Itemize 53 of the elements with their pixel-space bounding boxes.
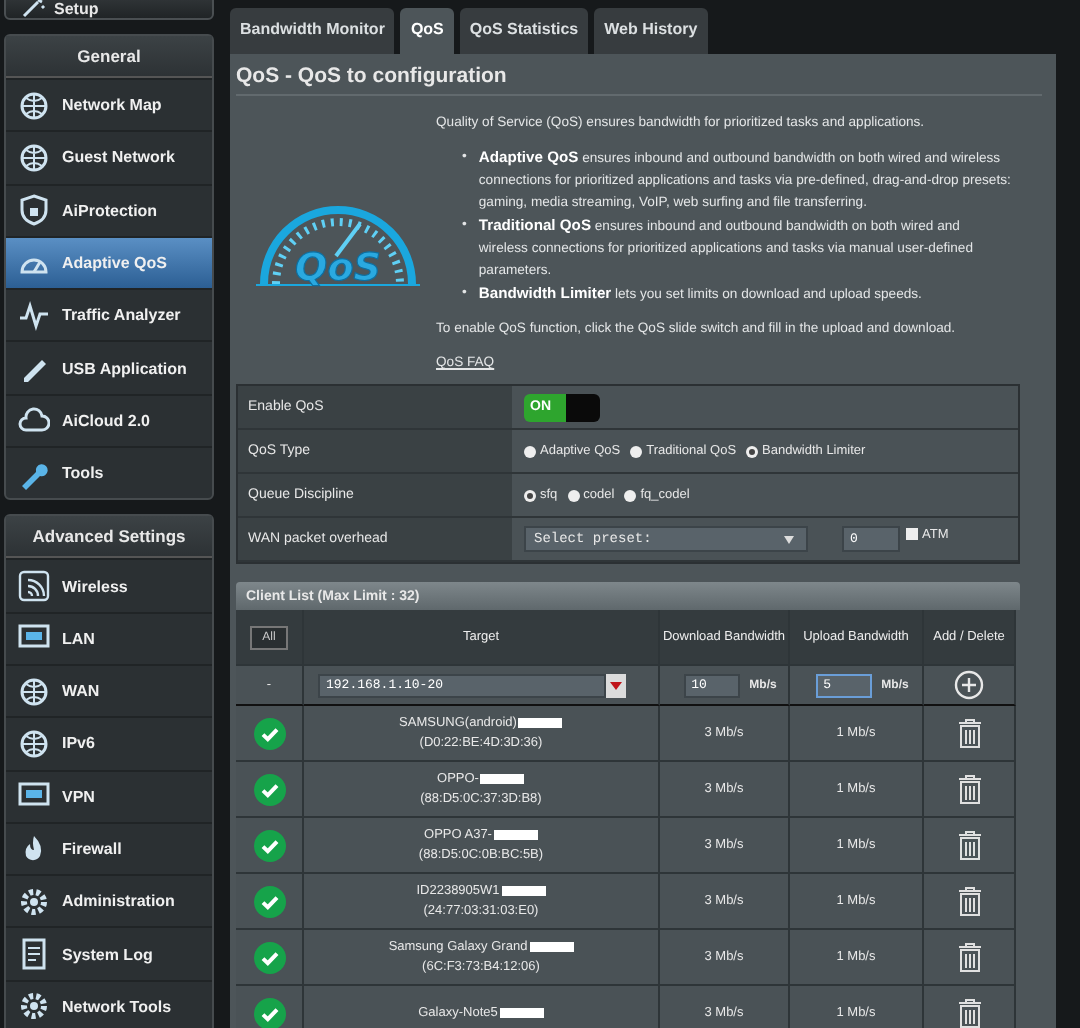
menu-item[interactable]: Network Map [6,78,212,131]
wand-icon [22,0,46,18]
pulse-icon [18,299,50,332]
gear-icon [18,990,50,1023]
globe-icon [18,675,50,708]
menu-item[interactable]: Adaptive QoS [6,235,212,289]
trash-icon[interactable] [957,886,981,916]
setup-button[interactable]: Setup [4,0,214,20]
caret-icon [610,681,622,689]
trash-icon[interactable] [957,774,981,804]
menu-item[interactable]: Traffic Analyzer [6,288,212,341]
check-icon[interactable] [253,773,285,805]
menu-item[interactable]: IPv6 [6,716,212,770]
wifi-icon [18,570,50,603]
menu-item[interactable]: LAN [6,611,212,664]
logo-text: QoS [295,246,381,288]
check-icon[interactable] [253,997,285,1028]
menu-item[interactable]: Network Tools [6,979,212,1028]
menu-item[interactable]: System Log [6,926,212,980]
trash-icon[interactable] [957,830,981,860]
menu-item[interactable]: Tools [6,446,212,499]
trash-icon[interactable] [957,998,981,1028]
check-icon[interactable] [253,941,285,973]
menu-item[interactable]: Guest Network [6,130,212,184]
globe-icon [18,141,50,174]
menu-section-title: General [6,36,212,78]
cloud-icon [18,404,50,437]
add-icon[interactable] [954,670,984,700]
check-icon[interactable] [253,717,285,749]
check-icon[interactable] [253,885,285,917]
menu-item[interactable]: WAN [6,663,212,717]
menu-item[interactable]: AiCloud 2.0 [6,393,212,447]
menu-item[interactable]: USB Application [6,340,212,394]
tab[interactable]: Bandwidth Monitor [230,8,395,54]
trash-icon[interactable] [957,718,981,748]
dropdown-button[interactable] [606,673,626,697]
gear-icon [18,885,50,918]
globe-icon [18,89,50,122]
menu-item[interactable]: Administration [6,874,212,927]
menu-item[interactable]: VPN [6,769,212,822]
page-title: QoS - QoS to configuration [236,64,509,88]
shield-icon [18,194,50,227]
menu-section-title: Advanced Settings [6,516,212,559]
dropdown-caret-icon [784,535,794,543]
menu-item[interactable]: Wireless [6,558,212,612]
check-icon[interactable] [253,829,285,861]
tab[interactable]: QoS [400,8,454,54]
tab[interactable]: QoS Statistics [459,8,589,54]
globe-icon [18,727,50,760]
document-icon [18,938,50,971]
trash-icon[interactable] [957,942,981,972]
menu-item[interactable]: Firewall [6,821,212,875]
tab[interactable]: Web History [594,8,708,54]
